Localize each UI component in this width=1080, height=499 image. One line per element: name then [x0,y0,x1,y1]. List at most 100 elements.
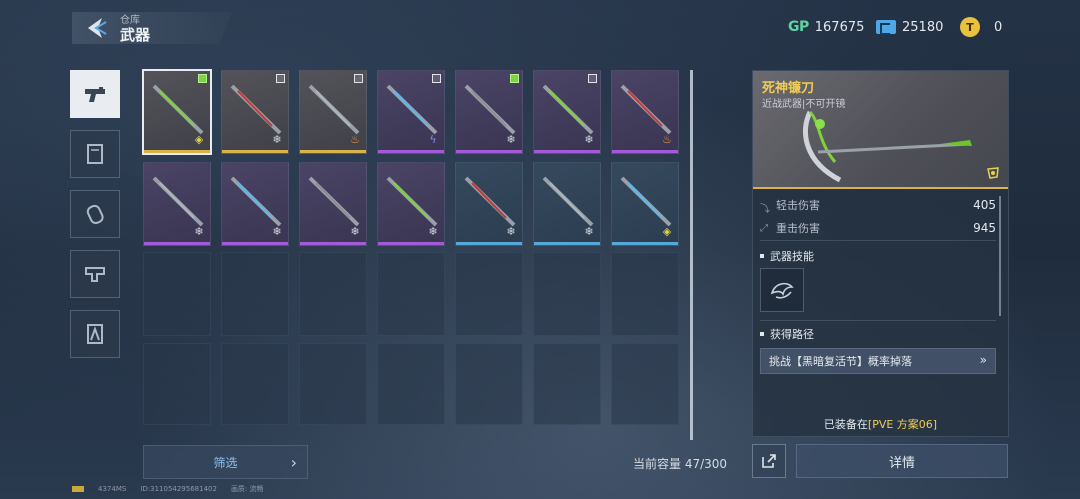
filter-button[interactable]: 筛选 › [143,445,308,479]
inventory-scrollbar[interactable] [690,70,693,440]
empty-slot[interactable] [143,252,211,336]
ping-text: 4374MS [98,485,127,493]
stat-value: 945 [973,221,996,235]
rarity-bar [378,150,444,153]
category-attachments[interactable] [70,250,120,298]
empty-slot[interactable] [221,252,289,336]
equipped-loadout: [PVE 方案06] [867,418,938,431]
light-attack-icon: ⤵ [760,204,770,215]
rarity-bar [456,150,522,153]
fire-element-icon: ♨ [350,133,360,146]
coin-icon: T [960,17,980,37]
path-section-title: 获得路径 [760,326,814,342]
empty-slot[interactable] [533,252,601,336]
empty-slot[interactable] [221,343,289,425]
weapon-slot[interactable]: ◈ [142,69,212,155]
gp-value: 167675 [814,19,865,35]
empty-slot[interactable] [611,343,679,425]
share-button[interactable] [752,444,786,478]
ticket-value: 25180 [902,19,944,35]
mark-element-icon: ◈ [194,133,204,146]
page-title: 武器 [120,26,151,44]
weapon-slot[interactable]: ♨ [611,70,679,154]
share-icon [762,454,776,468]
tool-icon [87,324,103,344]
status-footer: 4374MS ID:311054295681402 画质: 流畅 [72,484,264,494]
rarity-bar [300,150,366,153]
select-checkbox[interactable] [276,74,285,83]
empty-slot[interactable] [455,343,523,425]
details-button[interactable]: 详情 [796,444,1008,478]
weapon-slot[interactable]: ◈ [611,162,679,246]
weapon-slot[interactable]: ❄ [455,162,523,246]
empty-slot[interactable] [533,343,601,425]
select-checkbox[interactable] [198,74,207,83]
mark-element-icon: ◈ [662,225,672,238]
weapon-slot[interactable]: ❄ [221,70,289,154]
ice-element-icon: ❄ [506,225,516,238]
divider [760,320,996,321]
rarity-bar [378,242,444,245]
stat-label: 重击伤害 [776,222,820,235]
acquire-path-button[interactable]: 挑战【黑暗复活节】概率掉落 » [760,348,996,374]
empty-slot[interactable] [299,343,367,425]
stat-heavy-attack: ⤢ 重击伤害 945 [760,219,996,237]
select-checkbox[interactable] [510,74,519,83]
gp-currency: GP 167675 [788,16,864,38]
empty-slot[interactable] [143,343,211,425]
ice-element-icon: ❄ [506,133,516,146]
empty-slot[interactable] [377,343,445,425]
stat-light-attack: ⤵ 轻击伤害 405 [760,196,996,215]
category-scrolls[interactable] [70,130,120,178]
back-arrow-icon[interactable] [84,16,108,40]
category-throwables[interactable] [70,190,120,238]
coin-value: 0 [994,19,1003,35]
scroll-icon [87,144,103,164]
ice-element-icon: ❄ [584,133,594,146]
rarity-bar [534,150,600,153]
weapon-slot[interactable]: ❄ [377,162,445,246]
stat-value: 405 [973,198,996,212]
weapon-slot[interactable]: ❄ [299,162,367,246]
rarity-bar [612,150,678,153]
category-weapons[interactable] [70,70,120,118]
category-tools[interactable] [70,310,120,358]
battery-icon [72,486,84,492]
rarity-bar [534,242,600,245]
weapon-slot[interactable]: ϟ [377,70,445,154]
weapon-skill-slot[interactable] [760,268,804,312]
rarity-bar [144,242,210,245]
select-checkbox[interactable] [354,74,363,83]
rarity-bar [612,242,678,245]
coin-currency: T 0 [960,16,1002,38]
pistol-icon [85,87,105,102]
empty-slot[interactable] [377,252,445,336]
stat-label: 轻击伤害 [776,199,820,212]
weapon-slot[interactable]: ❄ [455,70,523,154]
ice-element-icon: ❄ [272,225,282,238]
weapon-mark-icon [987,167,999,179]
weapon-slot[interactable]: ❄ [143,162,211,246]
heavy-attack-icon: ⤢ [760,223,768,234]
lightning-element-icon: ϟ [429,133,437,146]
weapon-slot[interactable]: ❄ [533,162,601,246]
skill-section-title: 武器技能 [760,248,814,264]
grenade-icon [86,204,104,225]
weapon-slot[interactable]: ❄ [221,162,289,246]
ticket-currency: 25180 [876,16,943,38]
select-checkbox[interactable] [432,74,441,83]
fire-element-icon: ♨ [662,133,672,146]
rarity-bar [222,150,288,153]
select-checkbox[interactable] [588,74,597,83]
gun-part-icon [85,267,105,282]
divider [760,240,996,241]
empty-slot[interactable] [611,252,679,336]
empty-slot[interactable] [299,252,367,336]
ticket-icon [876,20,896,35]
equipped-status: 已装备在[PVE 方案06] [752,416,1009,432]
double-chevron-icon: » [979,353,987,367]
empty-slot[interactable] [455,252,523,336]
panel-scrollbar[interactable] [999,196,1001,316]
weapon-slot[interactable]: ❄ [533,70,601,154]
weapon-slot[interactable]: ♨ [299,70,367,154]
